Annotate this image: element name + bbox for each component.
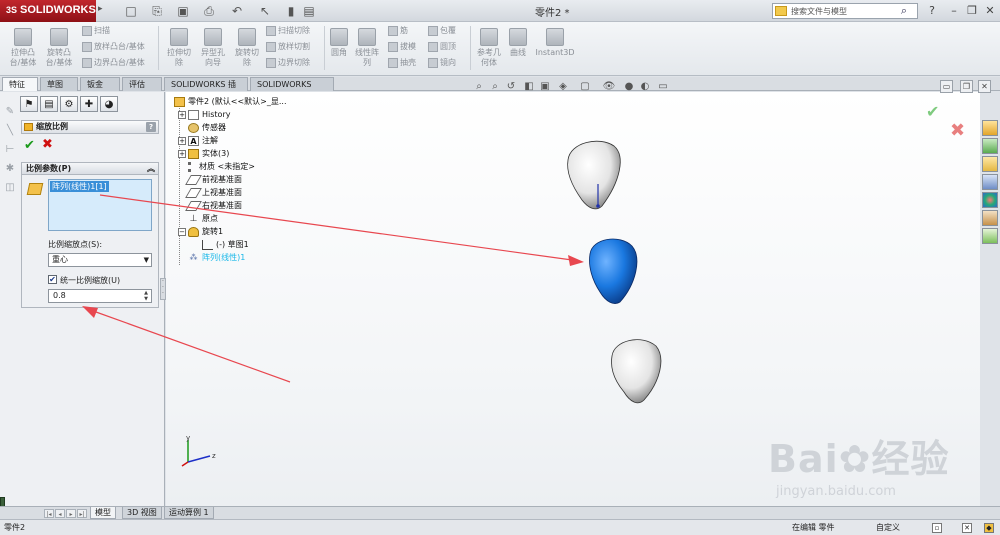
body-top[interactable] <box>567 140 621 210</box>
last-tab-icon[interactable]: ▸| <box>77 509 87 518</box>
next-tab-icon[interactable]: ▸ <box>66 509 76 518</box>
annotation-arrow-to-body <box>99 194 584 266</box>
tab-model[interactable]: 模型 <box>90 507 116 519</box>
svg-text:z: z <box>212 452 216 460</box>
baidu-watermark: Bai✿经验 jingyan.baidu.com <box>768 428 950 499</box>
body-selected[interactable] <box>589 238 638 304</box>
body-bottom[interactable] <box>611 339 662 404</box>
tab-3d-views[interactable]: 3D 视图 <box>122 507 162 519</box>
solidworks-window: 3S SOLIDWORKS ▸ □ ⎘ ▣ ⎙ ↶ ↖ ▮ ▤ 零件2 * 搜索文… <box>0 0 1000 535</box>
watermark-url: jingyan.baidu.com <box>776 484 896 499</box>
units-icon[interactable]: ▫ <box>932 523 942 533</box>
status-units[interactable]: 自定义 <box>876 520 900 535</box>
triad-axes: y z <box>181 434 216 467</box>
status-bar: 零件2 在编辑 零件 自定义 ▫ ✕ ◆ <box>0 519 1000 535</box>
notification-icon[interactable]: ◆ <box>984 523 994 533</box>
status-document: 零件2 <box>4 523 26 532</box>
status-editing: 在编辑 零件 <box>792 523 835 532</box>
first-tab-icon[interactable]: |◂ <box>44 509 54 518</box>
bottom-tabs-bar: |◂ ◂ ▸ ▸| 模型 3D 视图 运动算例 1 <box>0 506 1000 519</box>
annotation-arrow-to-scale-input <box>82 306 291 383</box>
tab-motion-study[interactable]: 运动算例 1 <box>164 507 214 519</box>
prev-tab-icon[interactable]: ◂ <box>55 509 65 518</box>
watermark-text-2: 经验 <box>871 437 950 481</box>
rebuild-status-icon[interactable]: ✕ <box>962 523 972 533</box>
paw-logo-icon: ✿ <box>838 437 872 481</box>
watermark-text: Bai <box>768 437 839 481</box>
svg-text:y: y <box>186 434 190 442</box>
